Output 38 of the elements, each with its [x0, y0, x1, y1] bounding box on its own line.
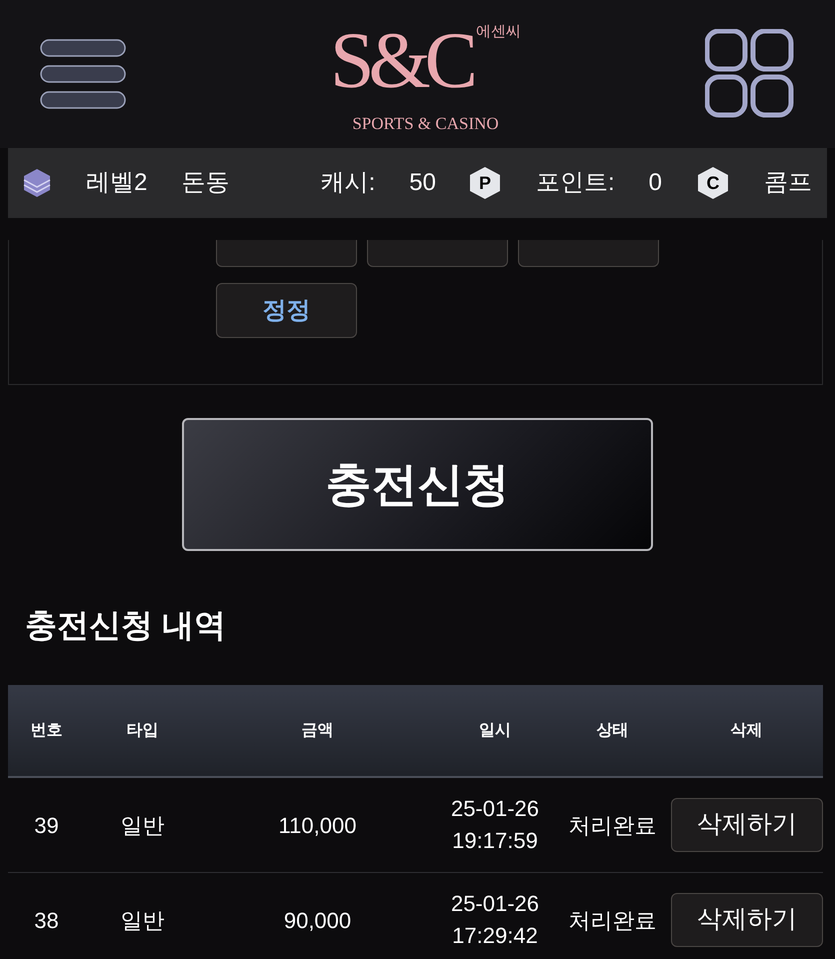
grid-icon[interactable] — [704, 29, 795, 119]
status-cell-text: 처리완료 — [568, 906, 656, 934]
date-cell-text: 25-01-26 — [450, 890, 540, 918]
column-header: 삭제 — [730, 720, 762, 740]
point-value: 0 — [648, 168, 662, 198]
submit-button[interactable]: 충전신청 — [182, 418, 653, 551]
point-label: 포인트: — [536, 168, 615, 198]
reset-button[interactable]: 정정 — [216, 283, 357, 338]
table-cell-text: 90,000 — [284, 906, 352, 934]
section-title: 충전신청 내역 — [25, 606, 227, 645]
table-cell-text: 38 — [34, 906, 59, 934]
cash-value: 50 — [409, 168, 436, 198]
comp-icon: C — [698, 167, 728, 199]
column-header: 금액 — [302, 720, 334, 740]
delete-button[interactable]: 삭제하기 — [671, 893, 823, 947]
menu-icon[interactable] — [40, 39, 126, 109]
column-header: 타입 — [126, 720, 158, 740]
point-icon: P — [470, 167, 500, 199]
status-cell-text: 처리완료 — [568, 812, 656, 840]
amount-button[interactable] — [216, 240, 357, 267]
column-header: 번호 — [30, 720, 62, 740]
column-header: 일시 — [479, 720, 511, 740]
time-cell-text: 19:17:59 — [452, 827, 538, 855]
layers-icon — [23, 168, 51, 198]
level-label: 레벨2 — [86, 168, 148, 198]
comp-label: 콤프 — [764, 168, 812, 198]
time-cell-text: 17:29:42 — [452, 922, 538, 950]
delete-button[interactable]: 삭제하기 — [671, 798, 823, 852]
amount-button[interactable] — [518, 240, 659, 267]
date-cell-text: 25-01-26 — [450, 795, 540, 823]
table-cell-text: 39 — [34, 812, 59, 840]
nickname: 돈동 — [181, 168, 230, 198]
cash-label: 캐시: — [320, 168, 376, 198]
table-cell-text: 일반 — [120, 906, 164, 934]
table-cell-text: 일반 — [120, 812, 164, 840]
column-header: 상태 — [596, 720, 628, 740]
amount-button[interactable] — [367, 240, 508, 267]
table-cell-text: 110,000 — [278, 812, 356, 840]
